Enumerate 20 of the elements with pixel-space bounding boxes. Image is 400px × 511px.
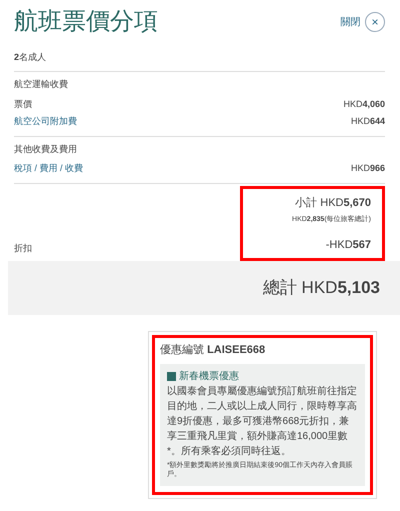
offer-description: 以國泰會員專屬優惠編號預訂航班前往指定目的地，二人或以上成人同行，限時尊享高達9折優惠，最多可獲港幣668元折扣，兼享三重飛凡里賞，額外賺高達16,000里數*。所有乘客必須同時往返。 (167, 384, 358, 460)
section-heading: 航空運輸收費 (14, 78, 69, 92)
passenger-count: 2名成人 (14, 50, 48, 64)
flag-icon (167, 372, 176, 382)
discount-amount: -HKD567 (324, 238, 371, 253)
offer-title: 新春機票優惠 (179, 370, 239, 384)
fee-label: 票價 (14, 98, 32, 111)
fee-amount: HKD966 (350, 162, 385, 176)
close-button[interactable]: × (365, 12, 385, 32)
subtotal-amount: 小計 HKD5,670 (294, 196, 371, 211)
promo-code: 優惠編號 LAISEE668 (160, 342, 266, 358)
close-link[interactable]: 關閉 (340, 14, 360, 30)
page-title: 航班票價分項 (14, 8, 158, 37)
discount-label: 折扣 (14, 242, 32, 255)
fee-link[interactable]: 稅項 / 費用 / 收費 (14, 162, 84, 176)
fee-amount: HKD644 (350, 115, 385, 128)
section-heading: 其他收費及費用 (14, 142, 78, 156)
fee-amount: HKD4,060 (343, 98, 385, 111)
fee-link[interactable]: 航空公司附加費 (14, 115, 77, 129)
grand-total: 總計 HKD5,103 (8, 261, 400, 315)
